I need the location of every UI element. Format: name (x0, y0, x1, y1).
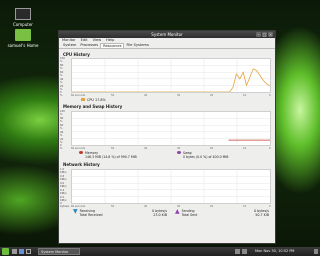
network-ytick: 0.6 KiB/s (60, 182, 67, 188)
total-received-label: Total Received (79, 213, 103, 217)
memory-x-tick: 30 (177, 147, 181, 150)
memory-graph (71, 111, 271, 146)
cpu-graph-svg (72, 59, 271, 93)
swap-color-swatch[interactable] (177, 151, 181, 154)
total-received-value: 23.0 KiB (153, 213, 167, 217)
window-titlebar[interactable]: System Monitor – □ × (59, 31, 275, 38)
cpu-ytick: 40 % (60, 78, 64, 84)
memory-section-title: Memory and Swap History (63, 104, 123, 109)
minimize-button[interactable]: – (256, 32, 261, 37)
cpu-x-tick: 40 (144, 94, 148, 97)
memory-x-tick: 50 (111, 147, 115, 150)
tab-processes[interactable]: Processes (78, 43, 100, 48)
cpu-legend: CPU 17.8% (81, 98, 106, 102)
file-manager-icon[interactable] (19, 249, 24, 254)
cpu-x-tick: 50 (111, 94, 115, 97)
tab-file-systems[interactable]: File Systems (124, 43, 150, 48)
swap-value: 0 bytes (0.0 %) of 400.0 MiB (183, 155, 229, 159)
network-x-tick: 20 (210, 205, 214, 208)
network-graph (71, 169, 271, 204)
tab-resources[interactable]: Resources (100, 43, 125, 48)
cpu-x-right: 0 (269, 94, 271, 97)
tab-system[interactable]: System (61, 43, 78, 48)
cpu-color-swatch[interactable] (81, 98, 85, 101)
network-x-tick: 10 (243, 205, 247, 208)
cpu-ytick: 100 % (60, 57, 65, 63)
memory-ytick: 40 % (60, 131, 64, 137)
network-section-title: Network History (63, 162, 100, 167)
cpu-section-title: CPU History (63, 52, 90, 57)
window-title: System Monitor (151, 32, 183, 37)
upload-arrow-icon[interactable]: ▲ (175, 209, 180, 215)
maximize-button[interactable]: □ (262, 32, 267, 37)
volume-tray-icon[interactable] (242, 249, 247, 254)
network-ytick: 0.4 KiB/s (60, 189, 67, 195)
cpu-x-tick: 20 (210, 94, 214, 97)
desktop-icon-label: Computer (13, 22, 33, 27)
memory-x-tick: 20 (210, 147, 214, 150)
receiving-legend: ▼ Receiving Total Received (73, 209, 103, 218)
system-monitor-window: System Monitor – □ × Monitor Edit View H… (58, 30, 276, 244)
taskbar: System Monitor Mon Nov 30, 10:52 PM (0, 247, 320, 256)
network-ytick: 0.8 KiB/s (60, 175, 67, 181)
swap-legend: Swap 0 bytes (0.0 %) of 400.0 MiB (177, 151, 229, 159)
memory-x-right: 0 (269, 147, 271, 150)
memory-color-swatch[interactable] (79, 151, 83, 154)
network-ytick: 1.0 KiB/s (60, 168, 67, 174)
memory-value: 146.3 MiB (14.8 %) of 990.7 MiB (85, 155, 137, 159)
sending-legend: ▲ Sending Total Sent (175, 209, 198, 218)
cpu-x-left: 60 seconds (71, 94, 86, 97)
memory-x-tick: 40 (144, 147, 148, 150)
sending-values: 0 bytes/s 50.7 KiB (249, 209, 269, 217)
cpu-legend-label: CPU 17.8% (87, 98, 106, 102)
cpu-ytick: 80 % (60, 64, 64, 70)
network-tray-icon[interactable] (235, 249, 240, 254)
cpu-x-tick: 10 (243, 94, 247, 97)
task-label: System Monitor (41, 250, 69, 254)
memory-x-left: 60 seconds (71, 147, 86, 150)
taskbar-task-system-monitor[interactable]: System Monitor (38, 248, 80, 255)
terminal-icon[interactable] (26, 249, 31, 254)
memory-ytick: 0 % (60, 144, 63, 150)
network-x-tick: 50 (111, 205, 115, 208)
show-desktop-icon[interactable] (12, 249, 17, 254)
menu-icon[interactable] (2, 248, 9, 255)
memory-ytick: 80 % (60, 117, 64, 123)
memory-ytick: 60 % (60, 124, 64, 130)
total-sent-value: 50.7 KiB (255, 213, 269, 217)
receiving-values: 0 bytes/s 23.0 KiB (147, 209, 167, 217)
network-graph-svg (72, 170, 270, 203)
clock[interactable]: Mon Nov 30, 10:52 PM (255, 247, 294, 256)
desktop-icon-home[interactable]: samuel's Home (1, 29, 45, 48)
network-x-tick: 40 (144, 205, 148, 208)
download-arrow-icon[interactable]: ▼ (73, 209, 78, 215)
network-x-right: 0 (269, 205, 271, 208)
tab-bar: System Processes Resources File Systems (59, 43, 275, 49)
memory-legend: Memory 146.3 MiB (14.8 %) of 990.7 MiB (79, 151, 137, 159)
cpu-graph (71, 58, 271, 93)
monitor-icon (15, 8, 31, 20)
cpu-x-tick: 30 (177, 94, 181, 97)
folder-icon (15, 29, 31, 41)
close-button[interactable]: × (268, 32, 273, 37)
memory-ytick: 100 % (60, 110, 65, 116)
show-desktop-corner[interactable] (314, 249, 318, 254)
cpu-ytick: 0 % (60, 91, 63, 97)
memory-x-tick: 10 (243, 147, 247, 150)
desktop-icon-computer[interactable]: Computer (1, 8, 45, 27)
network-ytick: 0 bytes/s (60, 202, 70, 208)
memory-graph-svg (72, 112, 270, 145)
cpu-ytick: 60 % (60, 71, 64, 77)
total-sent-label: Total Sent (181, 213, 198, 217)
desktop-icon-label: samuel's Home (7, 43, 39, 48)
